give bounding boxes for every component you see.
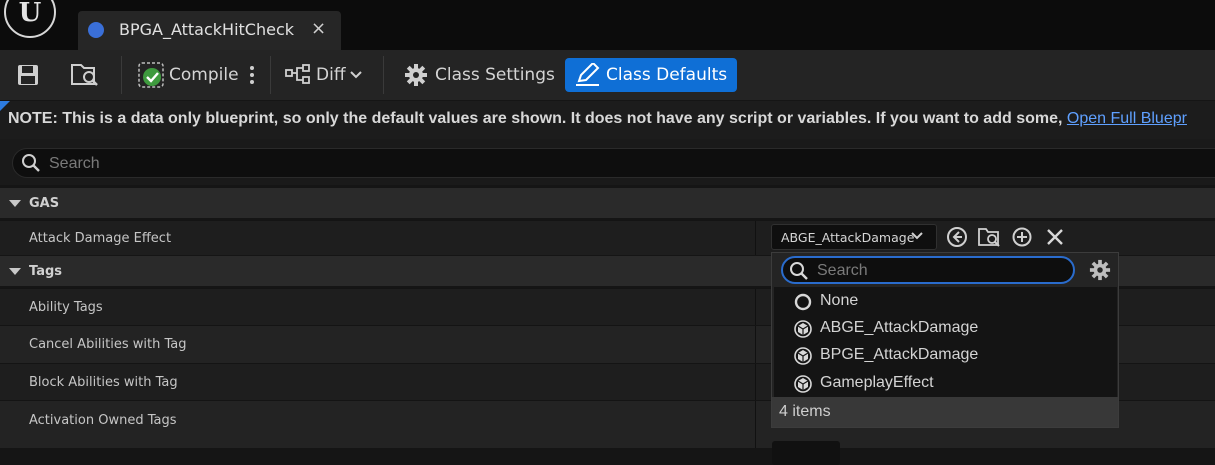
picker-item-label: None <box>820 292 859 309</box>
open-full-blueprint-link[interactable]: Open Full Bluepr <box>1067 110 1187 127</box>
picker-list: None ABGE_AttackDamage BPGE_AttackDamage… <box>774 287 1117 397</box>
data-only-notice: NOTE: This is a data only blueprint, so … <box>8 110 1187 128</box>
clear-close-icon[interactable] <box>1044 226 1066 248</box>
class-defaults-label: Class Defaults <box>606 65 728 85</box>
category-gas[interactable]: GAS <box>0 188 1215 218</box>
toolbar: Compile Diff Class Settings Class Defaul… <box>0 50 1215 100</box>
edit-pencil-icon <box>576 63 600 86</box>
search-icon <box>22 154 40 172</box>
more-options-icon <box>250 66 254 84</box>
class-settings-label: Class Settings <box>435 65 555 85</box>
picker-item-abge-attackdamage[interactable]: ABGE_AttackDamage <box>774 315 1117 342</box>
tab-close-icon[interactable]: × <box>311 18 326 39</box>
category-label: GAS <box>29 196 60 211</box>
chevron-down-icon <box>911 232 923 240</box>
tab-bpga-attackhitcheck[interactable]: BPGA_AttackHitCheck × <box>78 11 341 50</box>
compile-success-icon <box>138 62 164 88</box>
asset-combo-value: ABGE_AttackDamage <box>781 230 915 245</box>
picker-item-none[interactable]: None <box>774 288 1117 315</box>
class-defaults-button[interactable]: Class Defaults <box>565 58 738 92</box>
compile-options-button[interactable] <box>247 58 257 92</box>
gear-icon[interactable] <box>1089 259 1111 281</box>
blueprint-tab-icon <box>88 22 104 38</box>
blueprint-class-icon <box>794 320 812 338</box>
notice-text: NOTE: This is a data only blueprint, so … <box>8 110 1063 127</box>
property-label: Activation Owned Tags <box>29 413 177 428</box>
compile-button[interactable]: Compile <box>138 58 239 92</box>
class-icon <box>794 375 812 393</box>
folder-search-icon <box>71 64 98 86</box>
property-label: Attack Damage Effect <box>29 231 172 246</box>
collapse-arrow-icon[interactable] <box>9 200 21 207</box>
property-label: Block Abilities with Tag <box>29 375 178 390</box>
details-search-input[interactable] <box>47 152 951 176</box>
collapse-arrow-icon[interactable] <box>9 268 21 275</box>
column-divider[interactable] <box>755 221 756 255</box>
property-label: Cancel Abilities with Tag <box>29 337 187 352</box>
column-divider[interactable] <box>755 401 756 448</box>
add-icon[interactable] <box>1011 226 1033 248</box>
picker-item-gameplayeffect[interactable]: GameplayEffect <box>774 370 1117 397</box>
picker-item-label: GameplayEffect <box>820 374 934 391</box>
search-icon <box>790 262 808 280</box>
column-divider[interactable] <box>755 326 756 364</box>
compile-label: Compile <box>169 65 239 85</box>
browse-to-asset-icon[interactable] <box>978 226 1000 248</box>
browse-button[interactable] <box>70 58 100 92</box>
save-icon <box>18 65 38 85</box>
tag-edit-button[interactable] <box>772 441 840 465</box>
item-count: 4 items <box>779 403 831 420</box>
logo-glyph: U <box>18 0 42 28</box>
picker-item-bpge-attackdamage[interactable]: BPGE_AttackDamage <box>774 342 1117 369</box>
picker-footer: 4 items <box>772 397 1118 427</box>
chevron-down-icon <box>349 71 362 79</box>
save-button[interactable] <box>16 58 40 92</box>
category-label: Tags <box>29 264 63 279</box>
column-divider[interactable] <box>755 364 756 401</box>
picker-search-input[interactable] <box>815 260 1059 282</box>
property-label: Ability Tags <box>29 300 103 315</box>
asset-picker-combo[interactable]: ABGE_AttackDamage <box>771 224 937 250</box>
picker-search <box>781 256 1075 284</box>
diff-icon <box>285 64 310 84</box>
blueprint-class-icon <box>794 347 812 365</box>
use-selected-arrow-icon[interactable] <box>946 226 968 248</box>
tab-label: BPGA_AttackHitCheck <box>119 20 295 39</box>
diff-button[interactable]: Diff <box>285 58 362 92</box>
picker-item-label: ABGE_AttackDamage <box>820 319 979 336</box>
none-icon <box>794 293 812 311</box>
class-settings-button[interactable]: Class Settings <box>404 58 555 92</box>
picker-item-label: BPGE_AttackDamage <box>820 346 979 363</box>
gear-icon <box>405 64 427 86</box>
details-search <box>12 148 1215 178</box>
diff-label: Diff <box>316 65 346 85</box>
column-divider[interactable] <box>755 289 756 326</box>
